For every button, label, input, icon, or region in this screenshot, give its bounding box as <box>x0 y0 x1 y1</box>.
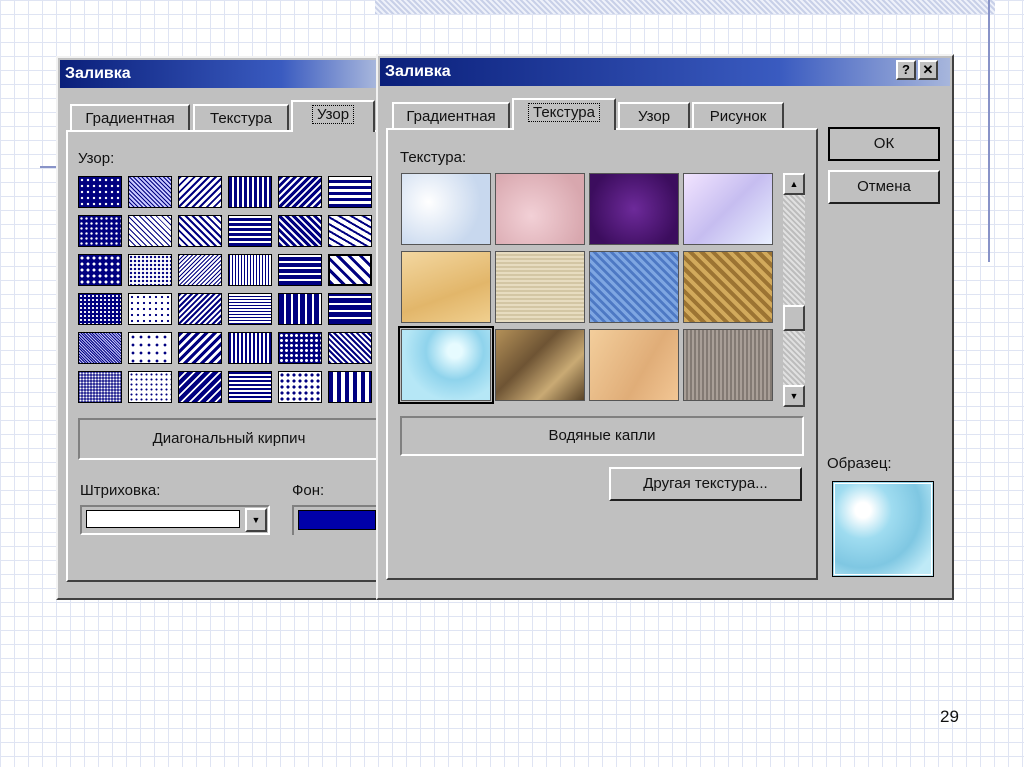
pattern-swatch[interactable] <box>78 254 122 286</box>
texture-swatch[interactable] <box>589 173 679 245</box>
pattern-swatch[interactable] <box>228 215 272 247</box>
tab-texture-label: Текстура <box>528 103 600 122</box>
pattern-swatch[interactable] <box>178 371 222 403</box>
scroll-up-icon[interactable]: ▲ <box>783 173 805 195</box>
dialog-title: Заливка <box>380 58 950 86</box>
decorative-top-strip <box>375 0 995 14</box>
tab-texture[interactable]: Текстура <box>193 104 289 132</box>
sample-label: Образец: <box>827 455 892 472</box>
texture-scrollbar[interactable]: ▲ ▼ <box>783 173 805 407</box>
tab-gradient[interactable]: Градиентная <box>70 104 190 132</box>
hatch-color-select[interactable]: ▼ <box>80 505 270 535</box>
hatch-color-value <box>86 510 240 528</box>
pattern-swatch[interactable] <box>128 332 172 364</box>
pattern-swatch[interactable] <box>278 332 322 364</box>
pattern-swatch[interactable] <box>128 254 172 286</box>
decorative-vertical-line <box>988 0 990 262</box>
tab-texture[interactable]: Текстура <box>512 98 616 130</box>
ok-button[interactable]: ОК <box>828 127 940 161</box>
texture-swatch[interactable] <box>683 329 773 401</box>
tab-pattern[interactable]: Узор <box>291 100 375 132</box>
pattern-swatch[interactable] <box>178 254 222 286</box>
texture-name-box: Водяные капли <box>400 416 804 456</box>
texture-swatch[interactable] <box>683 173 773 245</box>
texture-grid <box>398 173 773 404</box>
texture-swatch[interactable] <box>589 251 679 323</box>
pattern-swatch[interactable] <box>228 254 272 286</box>
pattern-swatch[interactable] <box>228 176 272 208</box>
pattern-swatch[interactable] <box>178 215 222 247</box>
slide-number: 29 <box>940 707 959 726</box>
pattern-swatch[interactable] <box>78 215 122 247</box>
pattern-swatch[interactable] <box>128 176 172 208</box>
pattern-swatch[interactable] <box>278 215 322 247</box>
cancel-button[interactable]: Отмена <box>828 170 940 204</box>
pattern-swatch[interactable] <box>128 371 172 403</box>
texture-swatch[interactable] <box>495 329 585 401</box>
texture-swatch[interactable] <box>495 173 585 245</box>
scroll-down-icon[interactable]: ▼ <box>783 385 805 407</box>
pattern-swatch[interactable] <box>78 293 122 325</box>
tab-pattern-label: Узор <box>311 105 355 124</box>
texture-swatch-water-drops[interactable] <box>398 326 494 404</box>
pattern-swatch[interactable] <box>178 176 222 208</box>
pattern-swatch[interactable] <box>228 371 272 403</box>
close-button[interactable]: ✕ <box>918 60 938 80</box>
tab-picture[interactable]: Рисунок <box>692 102 784 130</box>
hatch-dropdown-arrow-icon[interactable]: ▼ <box>245 508 267 532</box>
pattern-swatch[interactable] <box>228 332 272 364</box>
pattern-swatch[interactable] <box>278 254 322 286</box>
pattern-swatch[interactable] <box>278 176 322 208</box>
texture-swatch[interactable] <box>401 173 491 245</box>
pattern-swatch[interactable] <box>328 215 372 247</box>
texture-label: Текстура: <box>400 149 467 166</box>
dialog-title: Заливка <box>60 60 376 88</box>
texture-swatch[interactable] <box>589 329 679 401</box>
pattern-swatch[interactable] <box>328 332 372 364</box>
pattern-swatch[interactable] <box>328 293 372 325</box>
pattern-swatch[interactable] <box>128 293 172 325</box>
pattern-swatch[interactable] <box>328 371 372 403</box>
help-button[interactable]: ? <box>896 60 916 80</box>
pattern-swatch[interactable] <box>328 176 372 208</box>
pattern-swatch[interactable] <box>78 371 122 403</box>
texture-swatch[interactable] <box>401 251 491 323</box>
pattern-grid <box>78 176 372 403</box>
background-label: Фон: <box>292 482 325 499</box>
texture-swatch[interactable] <box>683 251 773 323</box>
pattern-swatch[interactable] <box>78 176 122 208</box>
pattern-label: Узор: <box>78 150 115 167</box>
other-texture-button[interactable]: Другая текстура... <box>609 467 802 501</box>
tab-gradient[interactable]: Градиентная <box>392 102 510 130</box>
pattern-swatch[interactable] <box>228 293 272 325</box>
background-color-swatch <box>298 510 376 530</box>
sample-preview <box>832 481 934 577</box>
pattern-swatch[interactable] <box>178 293 222 325</box>
texture-swatch[interactable] <box>495 251 585 323</box>
tab-pattern[interactable]: Узор <box>618 102 690 130</box>
pattern-swatch[interactable] <box>78 332 122 364</box>
scroll-thumb[interactable] <box>783 305 805 331</box>
pattern-swatch[interactable] <box>128 215 172 247</box>
pattern-name-box: Диагональный кирпич <box>78 418 378 460</box>
pattern-swatch[interactable] <box>278 371 322 403</box>
hatch-label: Штриховка: <box>80 482 161 499</box>
pattern-swatch[interactable] <box>178 332 222 364</box>
pattern-swatch-diagonal-brick[interactable] <box>328 254 372 286</box>
pattern-swatch[interactable] <box>278 293 322 325</box>
background-color-select[interactable] <box>292 505 376 535</box>
